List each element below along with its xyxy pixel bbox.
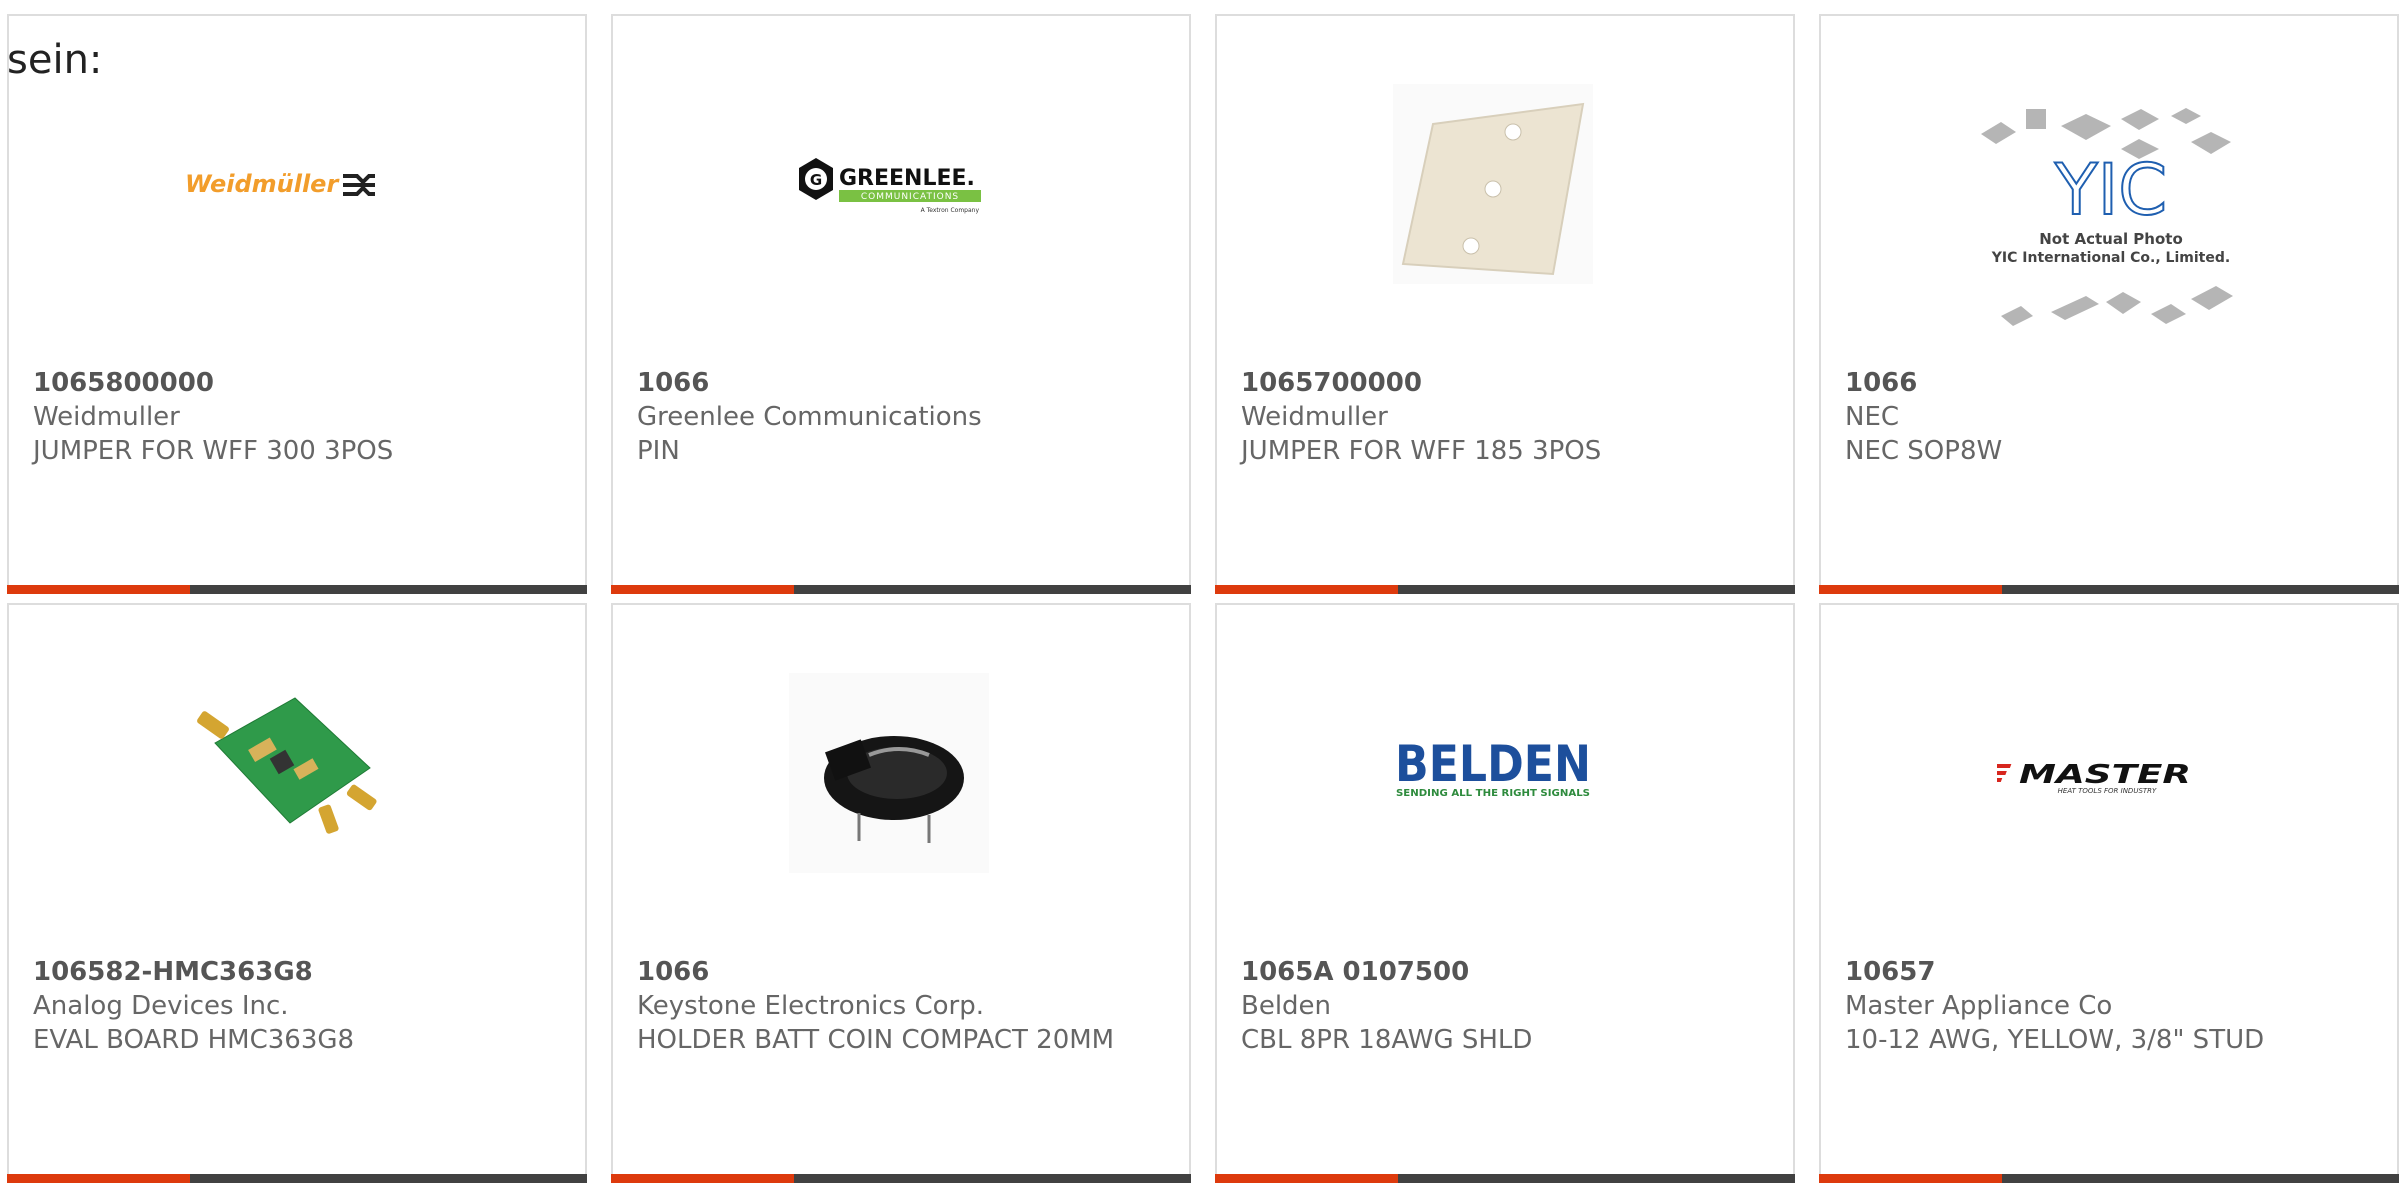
description: JUMPER FOR WFF 300 3POS xyxy=(33,436,394,466)
master-logo: MASTER HEAT TOOLS FOR INDUSTRY xyxy=(1997,760,2191,795)
card-accent-bar xyxy=(1819,585,2399,594)
part-number[interactable]: 106582-HMC363G8 xyxy=(33,955,565,989)
description: 10-12 AWG, YELLOW, 3/8" STUD xyxy=(1845,1025,2265,1055)
svg-text:Weidmüller: Weidmüller xyxy=(185,170,340,198)
manufacturer: Analog Devices Inc. xyxy=(33,991,289,1021)
part-number[interactable]: 1065700000 xyxy=(1241,366,1773,400)
svg-text:YIC International Co., Limited: YIC International Co., Limited. xyxy=(1991,250,2230,266)
jumper-photo xyxy=(1393,84,1593,284)
product-card[interactable]: 1066 Keystone Electronics Corp. HOLDER B… xyxy=(611,603,1191,1183)
description: NEC SOP8W xyxy=(1845,436,2003,466)
svg-text:HEAT TOOLS FOR INDUSTRY: HEAT TOOLS FOR INDUSTRY xyxy=(2058,787,2157,795)
product-image[interactable]: G GREENLEE. COMMUNICATIONS A Textron Com… xyxy=(789,84,989,284)
card-accent-bar xyxy=(611,1174,1191,1183)
product-image[interactable] xyxy=(185,673,385,873)
part-number[interactable]: 1066 xyxy=(1845,366,2377,400)
product-card[interactable]: Weidmüller 1065800000 Weidmuller JUMPER … xyxy=(7,14,587,594)
product-card[interactable]: 1065700000 Weidmuller JUMPER FOR WFF 185… xyxy=(1215,14,1795,594)
product-image[interactable]: MASTER HEAT TOOLS FOR INDUSTRY xyxy=(1997,673,2197,873)
manufacturer: Weidmuller xyxy=(33,402,180,432)
part-number[interactable]: 1065800000 xyxy=(33,366,565,400)
manufacturer: Master Appliance Co xyxy=(1845,991,2113,1021)
product-card[interactable]: BELDEN SENDING ALL THE RIGHT SIGNALS 106… xyxy=(1215,603,1795,1183)
part-number[interactable]: 1065A 0107500 xyxy=(1241,955,1773,989)
manufacturer: Weidmuller xyxy=(1241,402,1388,432)
card-accent-bar xyxy=(7,585,587,594)
weidmuller-logo: Weidmüller xyxy=(185,170,375,198)
product-card[interactable]: YIC Not Actual Photo YIC International C… xyxy=(1819,14,2399,594)
manufacturer: Keystone Electronics Corp. xyxy=(637,991,985,1021)
product-image[interactable]: BELDEN SENDING ALL THE RIGHT SIGNALS xyxy=(1393,673,1593,873)
battery-holder-photo xyxy=(789,673,989,873)
product-image[interactable]: YIC Not Actual Photo YIC International C… xyxy=(1971,104,2251,354)
svg-text:SENDING ALL THE RIGHT SIGNALS: SENDING ALL THE RIGHT SIGNALS xyxy=(1396,788,1590,799)
manufacturer: NEC xyxy=(1845,402,1900,432)
svg-text:BELDEN: BELDEN xyxy=(1395,735,1591,793)
product-card[interactable]: MASTER HEAT TOOLS FOR INDUSTRY 10657 Mas… xyxy=(1819,603,2399,1183)
card-accent-bar xyxy=(611,585,1191,594)
placeholder-photo: YIC Not Actual Photo YIC International C… xyxy=(1981,108,2233,326)
card-accent-bar xyxy=(1819,1174,2399,1183)
svg-text:Not Actual Photo: Not Actual Photo xyxy=(2039,230,2183,248)
prefix-text: sein: xyxy=(7,37,103,83)
belden-logo: BELDEN SENDING ALL THE RIGHT SIGNALS xyxy=(1395,735,1591,799)
svg-text:MASTER: MASTER xyxy=(2019,760,2191,790)
product-card[interactable]: 106582-HMC363G8 Analog Devices Inc. EVAL… xyxy=(7,603,587,1183)
description: CBL 8PR 18AWG SHLD xyxy=(1241,1025,1533,1055)
product-image[interactable]: Weidmüller xyxy=(185,84,385,284)
card-accent-bar xyxy=(1215,585,1795,594)
manufacturer: Greenlee Communications xyxy=(637,402,982,432)
svg-text:YIC: YIC xyxy=(2054,149,2167,231)
svg-text:GREENLEE.: GREENLEE. xyxy=(839,166,975,191)
card-accent-bar xyxy=(1215,1174,1795,1183)
product-card[interactable]: G GREENLEE. COMMUNICATIONS A Textron Com… xyxy=(611,14,1191,594)
part-number[interactable]: 1066 xyxy=(637,366,1169,400)
greenlee-logo: G GREENLEE. COMMUNICATIONS A Textron Com… xyxy=(799,158,981,214)
svg-text:A Textron Company: A Textron Company xyxy=(921,207,980,214)
product-image[interactable] xyxy=(1393,84,1593,284)
part-number[interactable]: 1066 xyxy=(637,955,1169,989)
description: HOLDER BATT COIN COMPACT 20MM xyxy=(637,1025,1115,1055)
svg-text:G: G xyxy=(810,171,822,189)
svg-text:COMMUNICATIONS: COMMUNICATIONS xyxy=(861,192,959,202)
manufacturer: Belden xyxy=(1241,991,1332,1021)
product-image[interactable] xyxy=(789,673,989,873)
description: EVAL BOARD HMC363G8 xyxy=(33,1025,355,1055)
part-number[interactable]: 10657 xyxy=(1845,955,2377,989)
eval-board-photo xyxy=(197,697,377,834)
description: PIN xyxy=(637,436,680,466)
card-accent-bar xyxy=(7,1174,587,1183)
description: JUMPER FOR WFF 185 3POS xyxy=(1241,436,1602,466)
